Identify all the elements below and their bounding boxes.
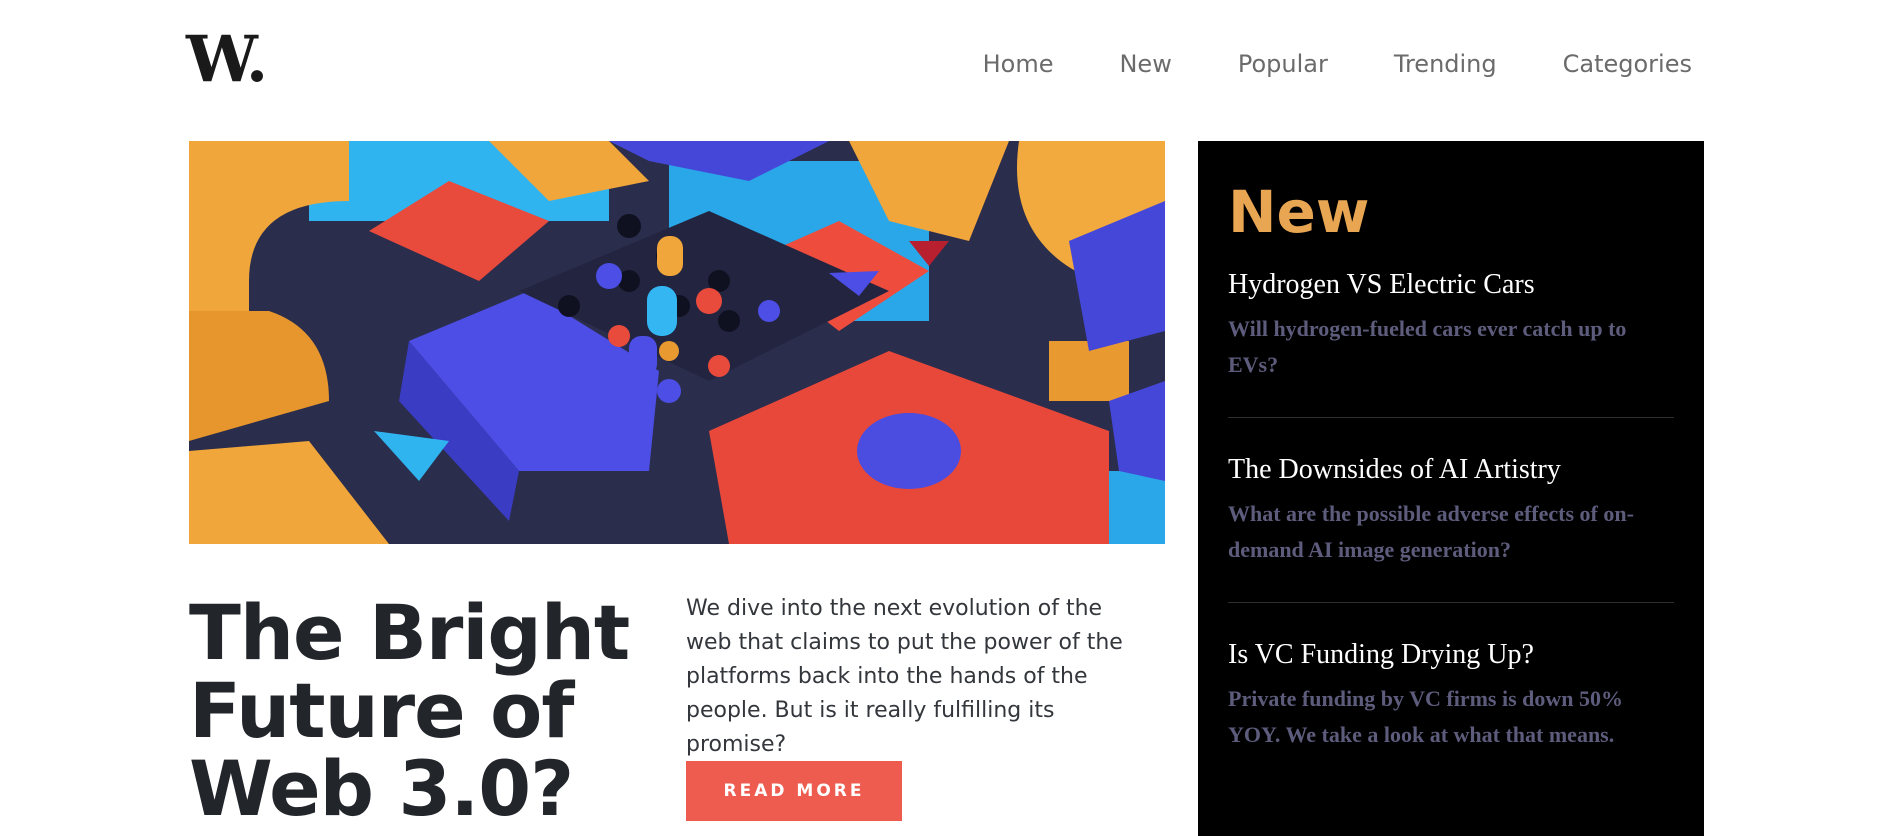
nav-item-popular[interactable]: Popular <box>1238 50 1328 78</box>
read-more-button[interactable]: READ MORE <box>686 761 902 821</box>
news-item[interactable]: Is VC Funding Drying Up? Private funding… <box>1228 637 1674 787</box>
nav-item-trending[interactable]: Trending <box>1394 50 1497 78</box>
news-item-description: Private funding by VC firms is down 50% … <box>1228 686 1624 747</box>
news-item-title[interactable]: Hydrogen VS Electric Cars <box>1228 267 1674 303</box>
news-item-description: What are the possible adverse effects of… <box>1228 501 1634 562</box>
news-item-title[interactable]: The Downsides of AI Artistry <box>1228 452 1674 488</box>
nav-item-categories[interactable]: Categories <box>1563 50 1692 78</box>
hero-illustration <box>189 141 1165 544</box>
news-item-description: Will hydrogen-fueled cars ever catch up … <box>1228 316 1627 377</box>
article-headline[interactable]: The Bright Future of Web 3.0? <box>189 594 639 828</box>
nav-item-home[interactable]: Home <box>983 50 1054 78</box>
news-item[interactable]: The Downsides of AI Artistry What are th… <box>1228 452 1674 603</box>
main-nav: Home New Popular Trending Categories <box>983 50 1692 78</box>
site-logo[interactable]: W. <box>186 28 268 92</box>
sidebar-heading: New <box>1228 178 1370 246</box>
hero-image <box>189 141 1165 544</box>
news-item-title[interactable]: Is VC Funding Drying Up? <box>1228 637 1674 673</box>
new-sidebar: New Hydrogen VS Electric Cars Will hydro… <box>1198 141 1704 836</box>
news-item[interactable]: Hydrogen VS Electric Cars Will hydrogen-… <box>1228 267 1674 418</box>
nav-item-new[interactable]: New <box>1119 50 1171 78</box>
article-summary: We dive into the next evolution of the w… <box>686 596 1123 757</box>
